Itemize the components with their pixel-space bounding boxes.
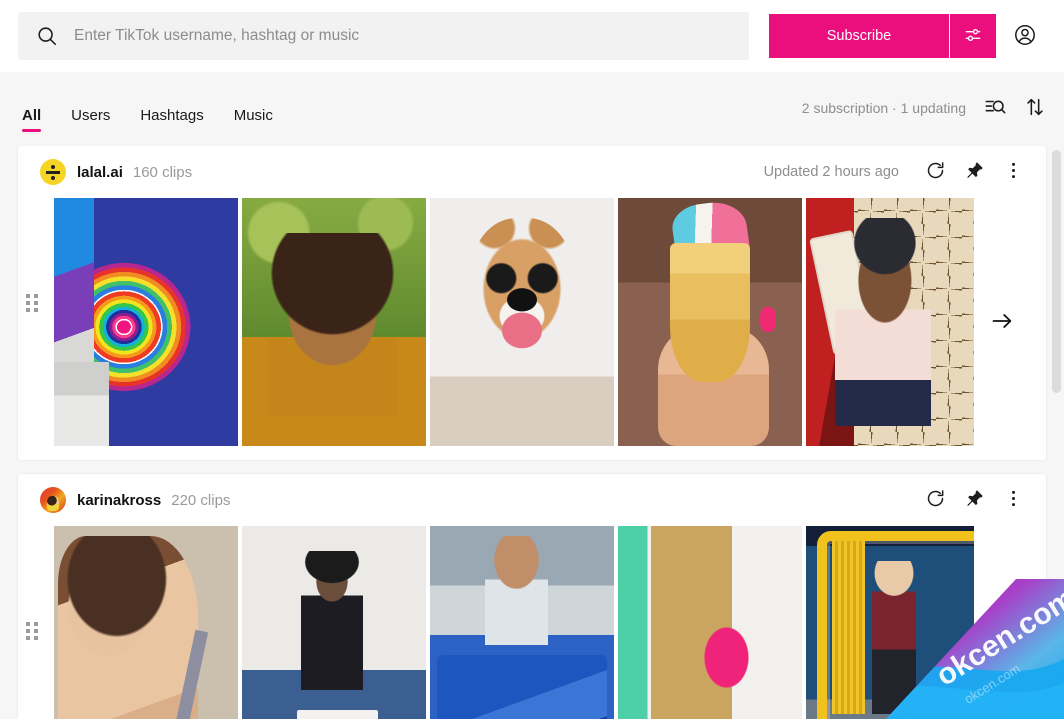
avatar[interactable] <box>40 159 66 185</box>
clip-thumbnail[interactable] <box>618 198 802 446</box>
search-input[interactable] <box>74 27 735 45</box>
clip-thumbnail[interactable] <box>242 526 426 719</box>
refresh-button[interactable] <box>925 488 946 512</box>
subscription-card: lalal.ai 160 clips Updated 2 hours ago <box>18 146 1046 460</box>
tab-all[interactable]: All <box>22 107 42 146</box>
tab-users[interactable]: Users <box>71 107 110 146</box>
arrow-right-icon <box>990 309 1014 336</box>
subscribe-button[interactable]: Subscribe <box>769 14 949 58</box>
scrollbar-track[interactable] <box>1048 146 1062 719</box>
tab-hashtags-label: Hashtags <box>140 107 204 124</box>
clip-thumbnail[interactable] <box>806 526 990 719</box>
card-actions: Updated 2 hours ago <box>764 160 1024 184</box>
arrow-right-icon <box>990 637 1014 664</box>
app-root: Subscribe <box>0 0 1064 719</box>
pin-button[interactable] <box>964 488 985 512</box>
clip-count: 160 clips <box>132 163 193 181</box>
clip-thumbnail[interactable] <box>54 198 238 446</box>
clip-carousel[interactable] <box>18 526 1046 719</box>
clip-carousel[interactable] <box>18 198 1046 446</box>
subscription-status: 2 subscription · 1 updating <box>801 100 966 116</box>
tabs-bar: All Users Hashtags Music 2 subscription … <box>0 72 1064 146</box>
refresh-button[interactable] <box>925 160 946 184</box>
subscribe-settings-button[interactable] <box>950 14 996 58</box>
more-vertical-icon <box>1003 488 1024 512</box>
updated-timestamp: Updated 2 hours ago <box>763 164 899 180</box>
sort-arrows-icon <box>1024 96 1046 121</box>
more-options-button[interactable] <box>1003 160 1024 184</box>
carousel-next-button[interactable] <box>974 526 1030 719</box>
account-handle[interactable]: karinakross <box>77 492 161 509</box>
search-bar[interactable] <box>18 12 749 60</box>
subscription-card: karinakross 220 clips <box>18 474 1046 719</box>
scrollbar-thumb[interactable] <box>1052 150 1061 393</box>
filter-search-button[interactable] <box>984 96 1006 121</box>
sliders-icon <box>963 25 983 48</box>
clip-count: 220 clips <box>171 491 231 509</box>
subscribe-group: Subscribe <box>769 14 996 58</box>
more-options-button[interactable] <box>1003 488 1024 512</box>
subscriptions-feed[interactable]: lalal.ai 160 clips Updated 2 hours ago k… <box>0 146 1064 719</box>
card-header: karinakross 220 clips <box>18 474 1046 526</box>
account-button[interactable] <box>1002 14 1048 58</box>
sort-button[interactable] <box>1024 96 1046 121</box>
subscribe-label: Subscribe <box>826 28 892 44</box>
clip-thumbnail[interactable] <box>242 198 426 446</box>
pin-icon <box>964 160 985 184</box>
filter-search-icon <box>984 96 1006 121</box>
card-actions <box>899 488 1024 512</box>
search-icon <box>36 25 58 47</box>
pin-icon <box>964 488 985 512</box>
tab-music[interactable]: Music <box>234 107 273 146</box>
avatar[interactable] <box>40 487 66 513</box>
top-bar: Subscribe <box>0 0 1064 72</box>
tab-all-label: All <box>22 107 42 124</box>
account-circle-icon <box>1013 23 1037 50</box>
card-header: lalal.ai 160 clips Updated 2 hours ago <box>18 146 1046 198</box>
refresh-icon <box>925 160 946 184</box>
tabs-list: All Users Hashtags Music <box>22 72 273 146</box>
tab-users-label: Users <box>71 107 111 124</box>
tabs-right-group: 2 subscription · 1 updating <box>802 96 1046 123</box>
pin-button[interactable] <box>964 160 985 184</box>
clip-thumbnail[interactable] <box>54 526 238 719</box>
clip-thumbnail[interactable] <box>618 526 802 719</box>
carousel-next-button[interactable] <box>974 198 1030 446</box>
clip-thumbnail[interactable] <box>430 198 614 446</box>
account-handle[interactable]: lalal.ai <box>77 164 123 181</box>
clip-thumbnail[interactable] <box>806 198 990 446</box>
clip-thumbnail[interactable] <box>430 526 614 719</box>
more-vertical-icon <box>1003 160 1024 184</box>
refresh-icon <box>925 488 946 512</box>
tab-music-label: Music <box>233 107 273 124</box>
tab-hashtags[interactable]: Hashtags <box>140 107 203 146</box>
